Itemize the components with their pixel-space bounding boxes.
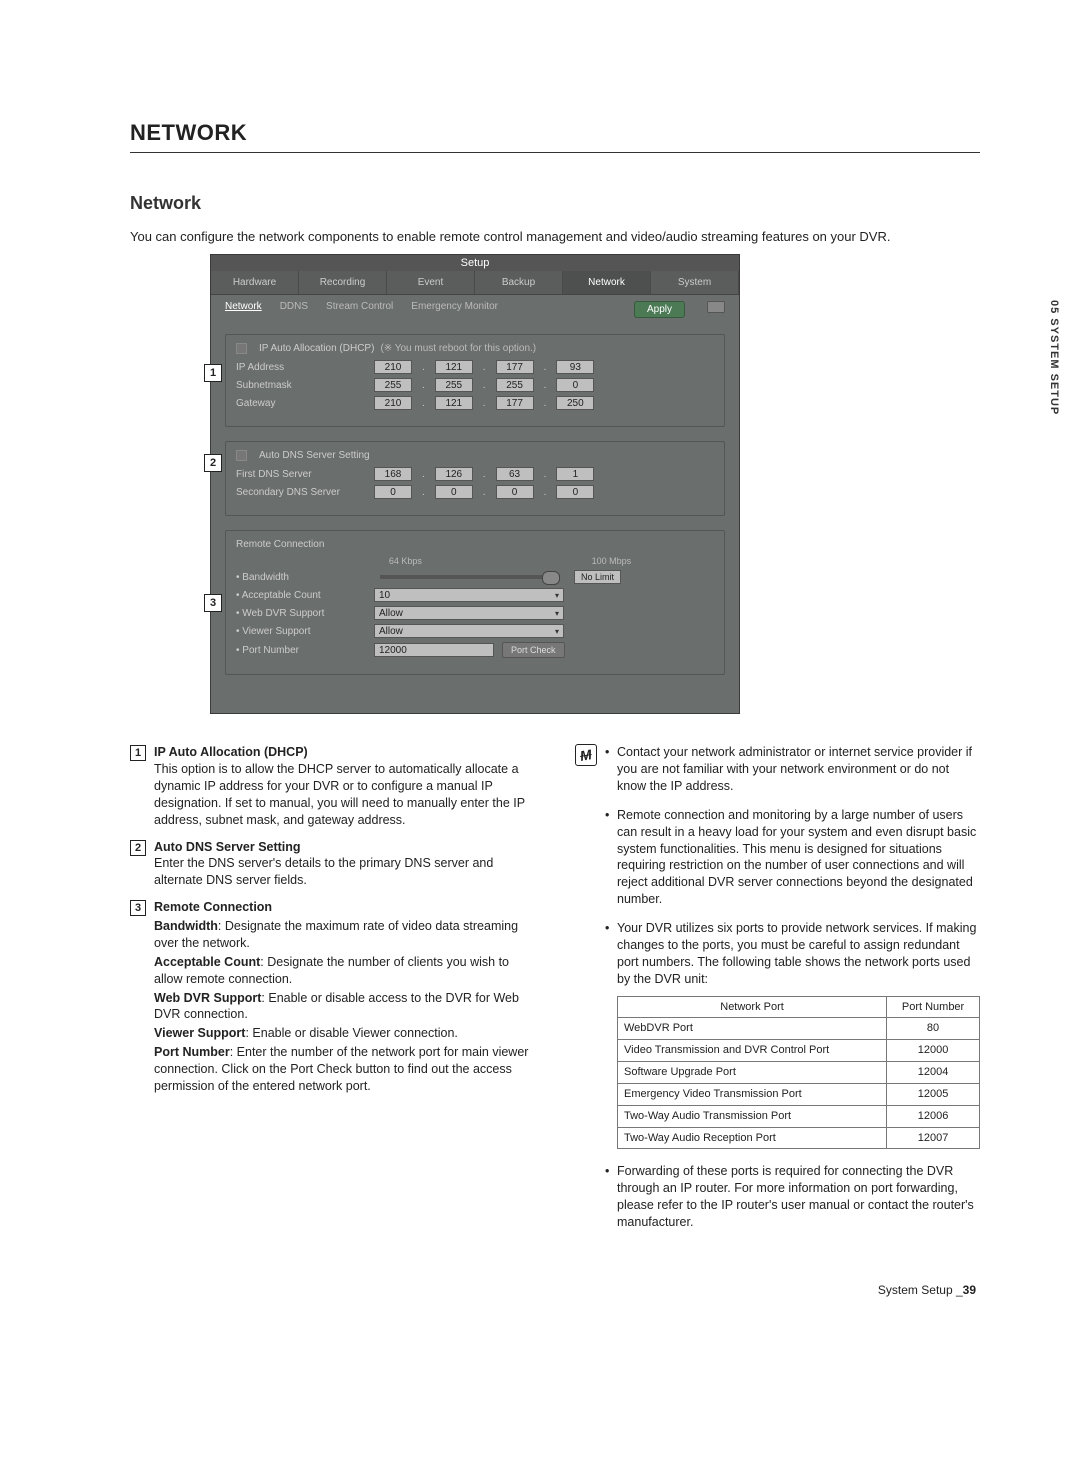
setup-screenshot: 1 2 3 Setup Hardware Recording Event Bac… [210,254,980,714]
dhcp-group: IP Auto Allocation (DHCP) (※ You must re… [225,334,725,427]
ip-oct[interactable]: 121 [435,360,473,374]
table-row: Video Transmission and DVR Control Port1… [618,1040,980,1062]
main-tabs: Hardware Recording Event Backup Network … [211,271,739,295]
ip-oct[interactable]: 0 [556,485,594,499]
ip-oct[interactable]: 63 [496,467,534,481]
ip-address-label: IP Address [236,362,366,373]
ip-oct[interactable]: 250 [556,396,594,410]
acceptable-select[interactable]: 10▾ [374,588,564,602]
ip-oct[interactable]: 177 [496,396,534,410]
subtab-ddns[interactable]: DDNS [280,301,308,318]
dhcp-note: (※ You must reboot for this option.) [380,343,536,354]
second-dns-label: Secondary DNS Server [236,487,366,498]
section-intro: You can configure the network components… [130,228,980,246]
tab-backup[interactable]: Backup [475,271,563,294]
side-chapter-label: 05 SYSTEM SETUP [1048,300,1060,415]
tab-system[interactable]: System [651,271,739,294]
tab-recording[interactable]: Recording [299,271,387,294]
first-dns-label: First DNS Server [236,469,366,480]
ip-oct[interactable]: 168 [374,467,412,481]
window-title: Setup [211,255,739,271]
note-3: Your DVR utilizes six ports to provide n… [617,921,976,986]
remote-title: Remote Connection [236,539,714,550]
ports-table: Network Port Port Number WebDVR Port80 V… [617,996,980,1150]
note-2: Remote connection and monitoring by a la… [605,807,980,908]
ip-oct[interactable]: 121 [435,396,473,410]
ip-oct[interactable]: 126 [435,467,473,481]
bandwidth-slider[interactable] [380,575,560,579]
desc3-title: Remote Connection [154,900,272,914]
remote-group: Remote Connection 64 Kbps 100 Mbps • Ban… [225,530,725,675]
note-icon: M [575,744,597,766]
ip-oct[interactable]: 1 [556,467,594,481]
table-row: Two-Way Audio Reception Port12007 [618,1127,980,1149]
section-title: Network [130,193,980,214]
desc2-body: Enter the DNS server's details to the pr… [154,856,493,887]
ip-oct[interactable]: 255 [435,378,473,392]
marker-3-icon: 3 [130,900,146,916]
ip-oct[interactable]: 210 [374,396,412,410]
ip-oct[interactable]: 255 [496,378,534,392]
left-column: 1 IP Auto Allocation (DHCP) This option … [130,744,535,1243]
dns-group: Auto DNS Server Setting First DNS Server… [225,441,725,516]
note-1: Contact your network administrator or in… [605,744,980,795]
callout-3: 3 [204,594,222,612]
bw-left: 64 Kbps [389,556,569,566]
sub-tabs: Network DDNS Stream Control Emergency Mo… [211,295,739,324]
marker-1-icon: 1 [130,745,146,761]
desc1-body: This option is to allow the DHCP server … [154,762,525,827]
webdvr-label: • Web DVR Support [236,608,366,619]
chapter-title: NETWORK [130,120,980,153]
table-row: Emergency Video Transmission Port12005 [618,1083,980,1105]
subnet-label: Subnetmask [236,380,366,391]
acceptable-label: • Acceptable Count [236,590,366,601]
dns-label: Auto DNS Server Setting [259,450,370,461]
ip-oct[interactable]: 0 [496,485,534,499]
tab-network[interactable]: Network [563,271,651,294]
desc1-title: IP Auto Allocation (DHCP) [154,745,308,759]
desc2-title: Auto DNS Server Setting [154,840,301,854]
ports-h2: Port Number [887,996,980,1018]
keyboard-icon[interactable] [707,301,725,313]
ip-oct[interactable]: 177 [496,360,534,374]
ip-oct[interactable]: 0 [435,485,473,499]
tab-hardware[interactable]: Hardware [211,271,299,294]
ip-oct[interactable]: 93 [556,360,594,374]
ip-oct[interactable]: 0 [374,485,412,499]
right-column: M Contact your network administrator or … [575,744,980,1243]
callout-2: 2 [204,454,222,472]
bw-right: 100 Mbps [592,556,632,566]
ip-oct[interactable]: 0 [556,378,594,392]
dns-checkbox[interactable] [236,450,247,461]
viewer-select[interactable]: Allow▾ [374,624,564,638]
ip-oct[interactable]: 255 [374,378,412,392]
subtab-stream[interactable]: Stream Control [326,301,393,318]
ip-oct[interactable]: 210 [374,360,412,374]
table-row: WebDVR Port80 [618,1018,980,1040]
portnum-label: • Port Number [236,645,366,656]
dhcp-label: IP Auto Allocation (DHCP) [259,343,374,354]
note-4: Forwarding of these ports is required fo… [605,1163,980,1231]
apply-button[interactable]: Apply [634,301,685,318]
page-footer: System Setup _39 [130,1283,980,1297]
gateway-label: Gateway [236,398,366,409]
webdvr-select[interactable]: Allow▾ [374,606,564,620]
side-chapter-text: 05 SYSTEM SETUP [1048,300,1060,415]
portnum-input[interactable]: 12000 [374,643,494,657]
subtab-network[interactable]: Network [225,301,262,318]
marker-2-icon: 2 [130,840,146,856]
dhcp-checkbox[interactable] [236,343,247,354]
callout-1: 1 [204,364,222,382]
table-row: Software Upgrade Port12004 [618,1062,980,1084]
port-check-button[interactable]: Port Check [502,642,565,658]
table-row: Two-Way Audio Transmission Port12006 [618,1105,980,1127]
tab-event[interactable]: Event [387,271,475,294]
subtab-emergency[interactable]: Emergency Monitor [411,301,498,318]
ports-h1: Network Port [618,996,887,1018]
bandwidth-label: • Bandwidth [236,572,366,583]
no-limit-label: No Limit [574,570,621,584]
viewer-label: • Viewer Support [236,626,366,637]
